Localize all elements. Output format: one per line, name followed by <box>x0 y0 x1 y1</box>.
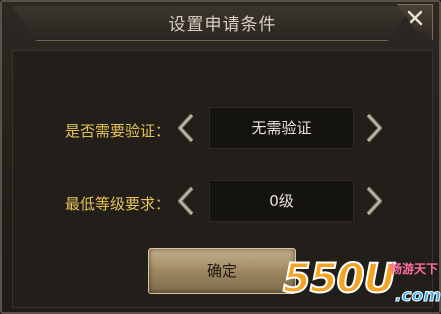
watermark-logo: 550U <box>282 255 397 303</box>
dialog-title: 设置申请条件 <box>168 15 277 35</box>
verification-label: 是否需要验证： <box>64 122 170 140</box>
site-watermark: 550U 畅游天下 .com <box>282 250 441 312</box>
arrow-right-icon <box>366 113 382 143</box>
arrow-left-icon <box>178 113 194 143</box>
watermark-tagline: 畅游天下 <box>390 262 439 276</box>
arrow-right-icon <box>366 186 382 216</box>
arrow-left-icon <box>178 186 194 216</box>
min-level-label: 最低等级要求： <box>64 195 170 213</box>
min-level-value: 0级 <box>209 180 354 222</box>
verification-prev-button[interactable] <box>176 113 196 143</box>
min-level-next-button[interactable] <box>364 186 384 216</box>
verification-value: 无需验证 <box>209 107 354 149</box>
verification-next-button[interactable] <box>364 113 384 143</box>
min-level-prev-button[interactable] <box>176 186 196 216</box>
watermark-domain: .com <box>395 286 441 307</box>
confirm-button[interactable]: 确定 <box>148 248 296 294</box>
